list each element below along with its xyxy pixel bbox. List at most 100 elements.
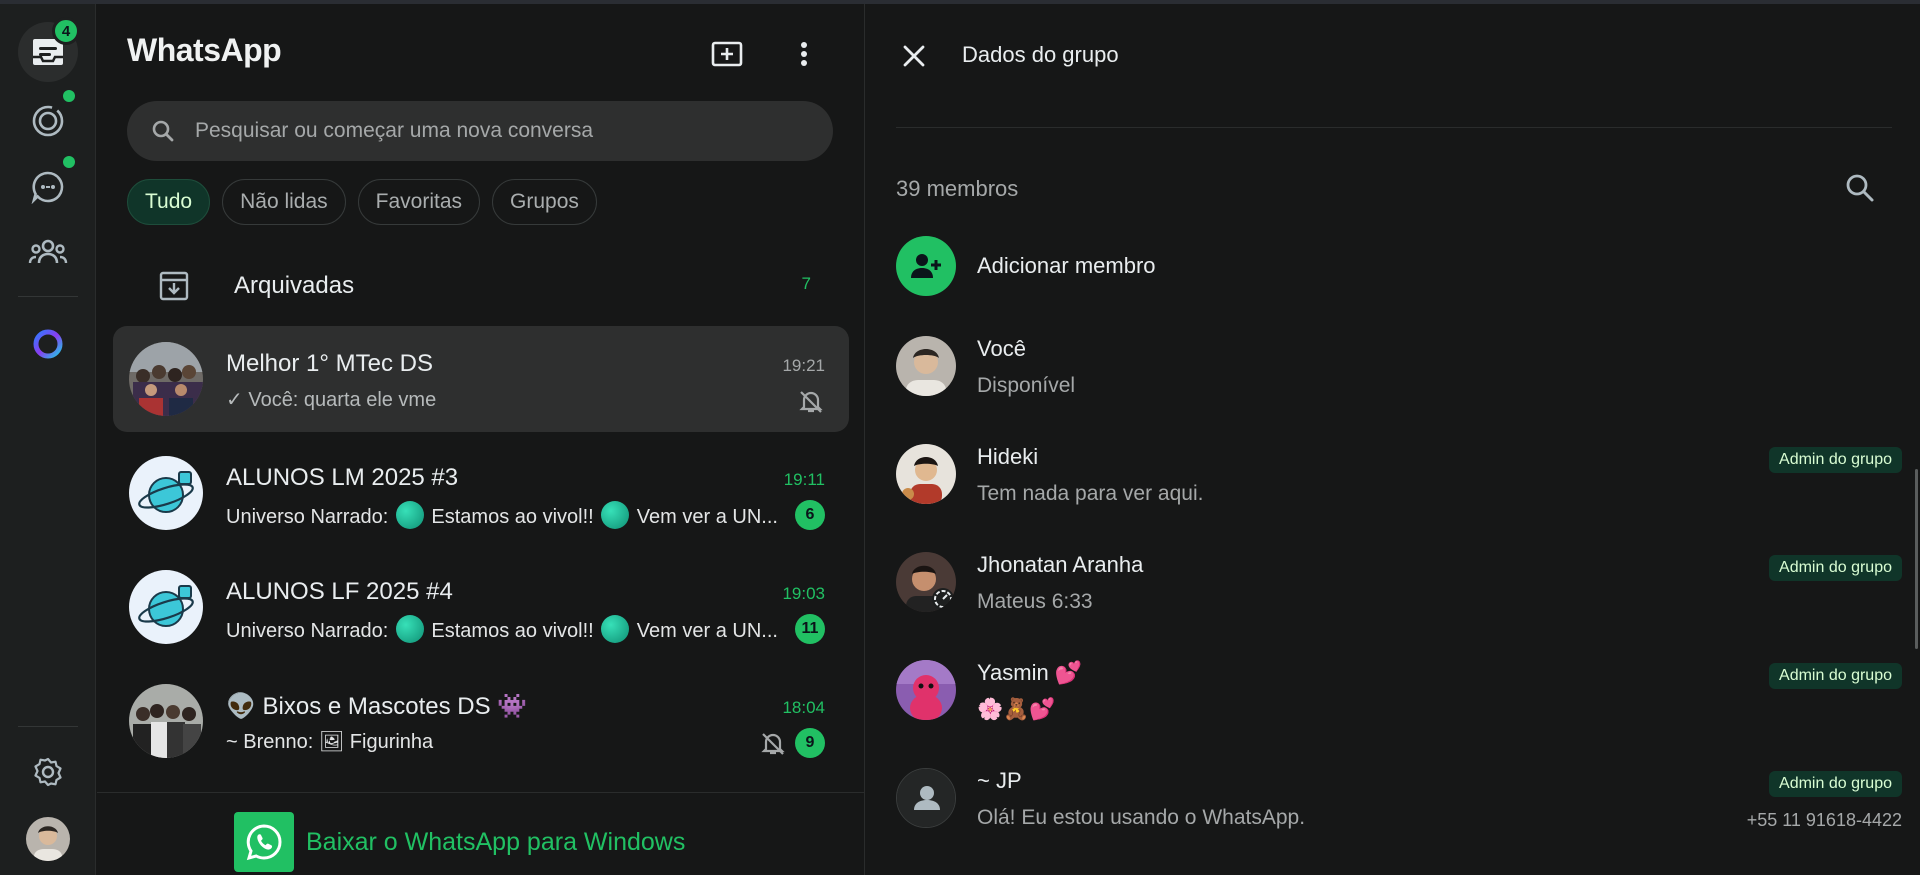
unread-badge: 9 (795, 728, 825, 758)
panel-title: Dados do grupo (962, 42, 1119, 67)
more-vertical-icon (801, 42, 807, 66)
chat-list-panel: WhatsApp Pesquisar ou começar uma nova c… (97, 4, 865, 875)
chat-time: 18:04 (782, 698, 825, 717)
menu-button[interactable] (784, 34, 824, 74)
search-icon (149, 117, 177, 145)
member-avatar (896, 552, 956, 612)
chat-avatar (129, 456, 203, 530)
member-avatar (896, 660, 956, 720)
meta-ai-button[interactable] (18, 314, 78, 374)
member-status: Mateus 6:33 (977, 590, 1093, 613)
new-chat-button[interactable] (707, 34, 747, 74)
member-status: Disponível (977, 374, 1076, 397)
download-windows-link[interactable]: Baixar o WhatsApp para Windows (234, 812, 685, 872)
muted-icon (799, 391, 823, 413)
search-members-button[interactable] (1842, 170, 1878, 206)
chat-item[interactable]: Melhor 1° MTec DS 19:21 ✓ Você: quarta e… (113, 326, 849, 432)
chat-preview: ✓ Você: quarta ele vme (226, 389, 437, 411)
group-info-panel: Dados do grupo 39 membros Adicionar memb… (866, 4, 1920, 875)
rail-bottom-divider (18, 726, 78, 727)
member-row[interactable]: Jhonatan Aranha Mateus 6:33 Admin do gru… (896, 552, 1902, 652)
profile-button[interactable] (18, 809, 78, 869)
chat-avatar (129, 570, 203, 644)
sent-check-icon: ✓ (226, 389, 249, 411)
member-row[interactable]: Yasmin 💕 🌸🧸💕 Admin do grupo (896, 660, 1902, 760)
green-circle-emoji (601, 615, 630, 643)
scrollbar[interactable] (1915, 469, 1918, 649)
chat-name: 👽 Bixos e Mascotes DS 👾 (226, 693, 528, 720)
admin-badge: Admin do grupo (1769, 663, 1902, 689)
meta-ai-icon (33, 329, 63, 359)
download-label: Baixar o WhatsApp para Windows (306, 827, 686, 856)
archived-count: 7 (801, 274, 811, 293)
close-button[interactable] (896, 38, 932, 74)
nav-rail: 4 (0, 4, 96, 875)
add-member-label: Adicionar membro (977, 253, 1156, 278)
green-circle-emoji (395, 501, 424, 529)
member-phone: +55 11 91618-4422 (1746, 810, 1902, 830)
chat-name: ALUNOS LM 2025 #3 (226, 464, 459, 491)
member-row[interactable]: ~ JP Olá! Eu estou usando o WhatsApp. Ad… (896, 768, 1902, 868)
chat-item[interactable]: 👽 Bixos e Mascotes DS 👾 18:04 ~ Brenno: … (113, 668, 849, 774)
member-name: Você (977, 336, 1026, 361)
member-row[interactable]: Você Disponível (896, 336, 1896, 436)
archived-label: Arquivadas (234, 272, 355, 299)
filter-favorites[interactable]: Favoritas (357, 179, 481, 225)
member-avatar (896, 336, 956, 396)
member-name: Hideki (977, 444, 1039, 469)
member-status: Tem nada para ver aqui. (977, 482, 1204, 505)
unread-badge: 11 (795, 614, 825, 644)
chat-preview: ~ Brenno: 🖼 Figurinha (226, 731, 434, 753)
app-title: WhatsApp (127, 32, 282, 68)
add-person-icon (896, 236, 956, 296)
member-row[interactable]: Hideki Tem nada para ver aqui. Admin do … (896, 444, 1902, 544)
green-circle-emoji (601, 501, 630, 529)
channels-update-dot (63, 156, 75, 168)
whatsapp-logo-icon (234, 812, 294, 872)
chat-item[interactable]: ALUNOS LF 2025 #4 19:03 Universo Narrado… (113, 554, 849, 660)
filter-all[interactable]: Tudo (127, 179, 211, 225)
settings-icon (34, 757, 62, 787)
search-bar[interactable]: Pesquisar ou começar uma nova conversa (127, 101, 833, 161)
channels-icon (31, 171, 64, 204)
admin-badge: Admin do grupo (1769, 555, 1902, 581)
chat-avatar (129, 342, 203, 416)
chats-unread-badge: 4 (52, 17, 80, 45)
profile-avatar (26, 817, 70, 861)
admin-badge: Admin do grupo (1769, 771, 1902, 797)
filter-unread[interactable]: Não lidas (222, 179, 346, 225)
new-chat-icon (711, 41, 743, 67)
member-name: ~ JP (977, 768, 1022, 793)
filter-groups[interactable]: Grupos (492, 179, 597, 225)
member-name: Jhonatan Aranha (977, 552, 1144, 577)
member-status: Olá! Eu estou usando o WhatsApp. (977, 806, 1306, 829)
rail-divider (18, 296, 78, 297)
list-divider (97, 792, 865, 793)
panel-divider (896, 127, 1892, 128)
filter-chips: Tudo Não lidas Favoritas Grupos (127, 179, 597, 225)
green-circle-emoji (395, 615, 424, 643)
add-member-button[interactable]: Adicionar membro (896, 234, 1896, 298)
search-icon (1846, 174, 1874, 202)
archive-icon (159, 271, 189, 301)
chat-avatar (129, 684, 203, 758)
settings-button[interactable] (18, 742, 78, 802)
default-avatar-icon (896, 768, 956, 828)
status-update-dot (63, 90, 75, 102)
members-count: 39 membros (896, 176, 1019, 201)
communities-button[interactable] (18, 222, 78, 282)
chat-time: 19:03 (782, 584, 825, 603)
chat-name: Melhor 1° MTec DS (226, 350, 433, 377)
member-status: 🌸🧸💕 (977, 698, 1056, 721)
member-name: Yasmin 💕 (977, 660, 1083, 685)
muted-icon (761, 733, 785, 755)
search-input[interactable]: Pesquisar ou começar uma nova conversa (195, 119, 593, 143)
unread-badge: 6 (795, 500, 825, 530)
archived-row[interactable]: Arquivadas 7 (97, 254, 865, 318)
chat-item[interactable]: ALUNOS LM 2025 #3 19:11 Universo Narrado… (113, 440, 849, 546)
status-icon (32, 105, 64, 137)
chat-name: ALUNOS LF 2025 #4 (226, 578, 453, 605)
member-avatar (896, 444, 956, 504)
chat-time: 19:11 (783, 470, 825, 489)
chat-time: 19:21 (782, 356, 825, 375)
